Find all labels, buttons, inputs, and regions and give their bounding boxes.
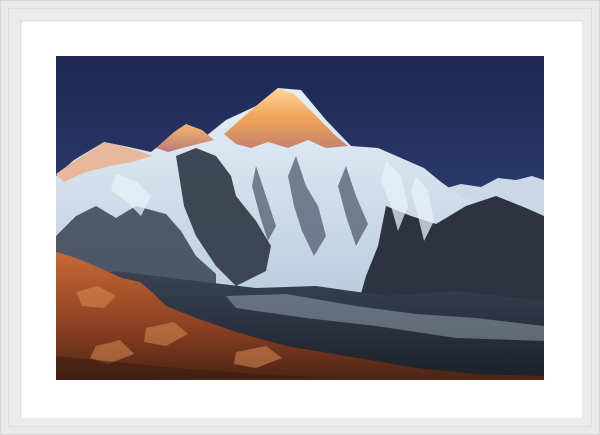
mountain-photograph[interactable] bbox=[56, 56, 544, 380]
mountain-scene bbox=[56, 56, 544, 380]
